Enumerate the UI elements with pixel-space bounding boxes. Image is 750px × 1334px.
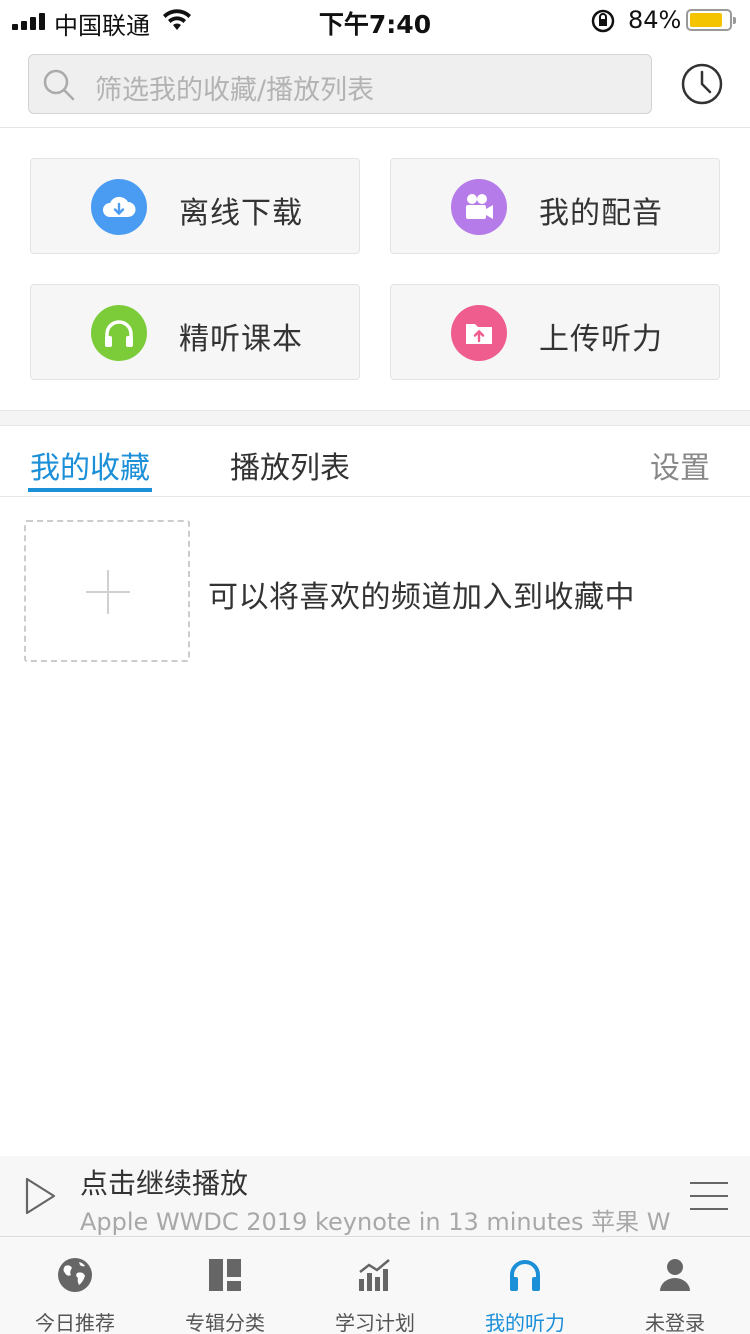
search-placeholder: 筛选我的收藏/播放列表	[95, 75, 375, 106]
tile-label: 上传听力	[539, 322, 663, 357]
tabbar-label: 今日推荐	[35, 1311, 115, 1334]
headphones-icon	[510, 1260, 540, 1291]
tile-label: 离线下载	[179, 196, 303, 231]
tabbar-label: 未登录	[645, 1311, 705, 1334]
active-tab-indicator	[28, 488, 152, 492]
search-row: 筛选我的收藏/播放列表	[0, 54, 750, 126]
tab-playlist[interactable]: 播放列表	[230, 443, 350, 487]
search-icon	[43, 69, 75, 101]
divider	[0, 127, 750, 128]
user-icon	[660, 1259, 690, 1291]
tab-favorites[interactable]: 我的收藏	[30, 443, 150, 487]
tabbar-item-today[interactable]: 今日推荐	[0, 1237, 150, 1334]
globe-icon	[58, 1258, 92, 1292]
rotation-lock-icon	[591, 9, 615, 33]
my-dubbing-tile[interactable]: 我的配音	[390, 158, 720, 254]
grid-icon	[209, 1259, 241, 1291]
cloud-download-icon	[91, 179, 147, 235]
battery-icon	[686, 9, 736, 31]
bottom-tab-bar: 今日推荐 专辑分类 学习计划 我的听力 未登录	[0, 1236, 750, 1334]
tile-label: 我的配音	[539, 196, 663, 231]
player-title: 点击继续播放	[80, 1167, 249, 1200]
tabbar-item-my-listening[interactable]: 我的听力	[450, 1237, 600, 1334]
player-track-name: Apple WWDC 2019 keynote in 13 minutes 苹果…	[80, 1208, 670, 1236]
collection-tabs: 我的收藏 播放列表 设置	[0, 427, 750, 497]
play-icon[interactable]	[22, 1176, 58, 1216]
tabbar-label: 学习计划	[335, 1311, 415, 1334]
video-camera-icon	[451, 179, 507, 235]
tabbar-label: 我的听力	[485, 1311, 565, 1334]
clock-icon[interactable]	[680, 62, 724, 106]
intensive-listening-tile[interactable]: 精听课本	[30, 284, 360, 380]
search-input[interactable]: 筛选我的收藏/播放列表	[28, 54, 652, 114]
tabbar-item-login[interactable]: 未登录	[600, 1237, 750, 1334]
mini-player[interactable]: 点击继续播放 Apple WWDC 2019 keynote in 13 min…	[0, 1156, 750, 1236]
folder-upload-icon	[451, 305, 507, 361]
battery-percent: 84%	[628, 6, 682, 34]
offline-download-tile[interactable]: 离线下载	[30, 158, 360, 254]
add-favorite-button[interactable]	[24, 520, 190, 662]
tabbar-item-albums[interactable]: 专辑分类	[150, 1237, 300, 1334]
empty-favorites-message: 可以将喜欢的频道加入到收藏中	[208, 580, 635, 615]
headphones-icon	[91, 305, 147, 361]
tabbar-item-study-plan[interactable]: 学习计划	[300, 1237, 450, 1334]
tile-label: 精听课本	[179, 322, 303, 357]
upload-listening-tile[interactable]: 上传听力	[390, 284, 720, 380]
tabbar-label: 专辑分类	[185, 1311, 265, 1334]
status-bar: 中国联通 下午7:40 84%	[0, 0, 750, 42]
section-divider	[0, 410, 750, 426]
chart-icon	[359, 1259, 390, 1291]
list-icon[interactable]	[690, 1182, 728, 1210]
settings-button[interactable]: 设置	[650, 443, 710, 487]
